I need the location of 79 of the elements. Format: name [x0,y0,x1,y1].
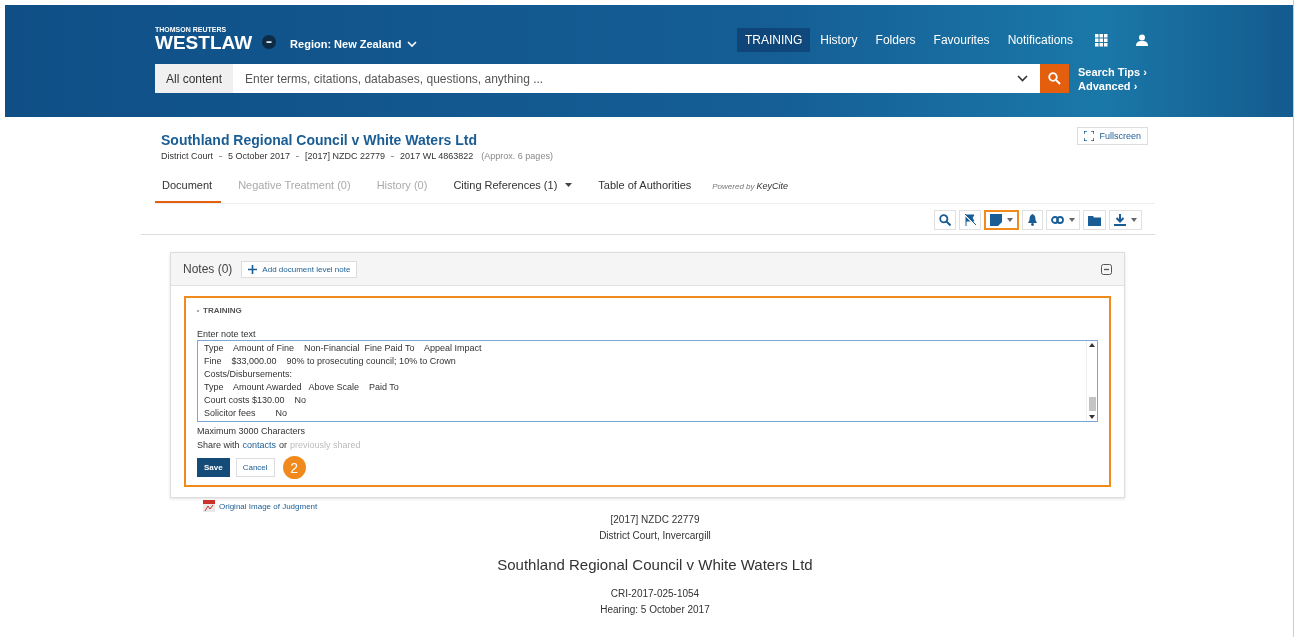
folder-icon [1088,214,1101,226]
powered-by-label: Powered by [712,181,755,191]
bell-tool-button[interactable] [1022,210,1043,230]
notes-title: Notes (0) [183,262,233,276]
link-tool-button[interactable] [1046,210,1080,230]
user-icon[interactable] [1136,34,1148,46]
hearing-date: Hearing: 5 October 2017 [600,603,710,617]
dropdown-icon[interactable] [262,35,277,49]
document-meta: 2017 WL 4863822 [400,151,474,161]
note-folder-label: TRAINING [203,306,242,315]
caret-icon [1007,218,1013,222]
document-meta: [2017] NZDC 22779 [305,151,386,161]
note-text-line: Costs/Disbursements: [204,368,294,381]
case-number: CRI-2017-025-1054 [610,587,700,601]
nav-link[interactable]: History [812,28,866,52]
content-scope-selector[interactable]: All content [155,64,234,93]
scrollbar-thumb[interactable] [1088,397,1096,411]
document-tab[interactable]: Table of Authorities [591,169,701,203]
document-meta: 5 October 2017 [228,151,291,161]
note-icon [990,214,1002,226]
nav-link[interactable]: Notifications [999,28,1081,52]
citation-text: [2017] NZDC 22779 [610,513,700,527]
chevron-down-icon [407,40,418,48]
link-icon [1051,216,1064,224]
document-title: Southland Regional Council v White Waters Ltd [161,132,479,148]
note-tool-button[interactable] [984,210,1019,230]
download-tool-button[interactable] [1109,210,1142,230]
note-text-line: Fine $33,000.00 90% to prosecuting council; 10% to Crown [204,355,457,368]
nav-link[interactable]: Favourites [925,28,998,52]
share-label: or [279,440,288,450]
contacts-link[interactable]: contacts [242,440,277,450]
add-note-button[interactable]: Add document level note [241,260,358,278]
document-tab[interactable]: Citing References (1) [446,169,582,203]
collapse-icon[interactable] [1101,263,1112,275]
document-tab[interactable]: Document [155,169,222,203]
chevron-down-icon[interactable] [1017,75,1028,82]
search-field[interactable]: All content Enter terms, citations, databases, questions, anything ... [155,64,1069,93]
step-badge: 2 [282,456,306,479]
note-text-line: Solicitor fees No [204,407,289,420]
pdf-icon [203,500,215,512]
nav-link[interactable]: TRAINING [736,28,811,52]
cancel-button[interactable]: Cancel [235,458,275,477]
note-text-field[interactable] [197,340,1098,422]
search-icon [939,214,951,226]
caret-icon [1131,218,1137,222]
original-image-link[interactable]: Original Image of Judgment [219,501,318,511]
field-label: Enter note text [197,329,256,339]
caret-up-icon [1089,343,1095,347]
note-text-line: Court costs $130.00 No [204,394,308,407]
fullscreen-icon [1084,131,1095,141]
note-text-line: Type Amount Awarded Above Scale Paid To [204,381,400,394]
share-label: Share with [197,440,240,450]
court-text: District Court, Invercargill [599,529,711,543]
nav-link[interactable]: Folders [867,28,924,52]
brand-logo[interactable]: WESTLAW [155,33,253,53]
note-text-line: Type Amount of Fine Non-Financial Fine Paid To Appeal Impact [204,342,483,355]
keycite-logo: KeyCite [756,181,789,191]
plus-icon [248,264,258,274]
caret-down-icon [1089,415,1095,419]
region-selector[interactable]: Region: New Zealand [290,38,418,50]
scrollbar[interactable] [1086,341,1097,421]
page-count: (Approx. 6 pages) [481,151,553,161]
download-icon [1114,214,1126,226]
bell-icon [1027,214,1038,226]
save-button[interactable]: Save [197,458,230,477]
character-limit: Maximum 3000 Characters [197,426,306,436]
search-icon [1048,72,1061,85]
caret-icon [1069,218,1075,222]
folder-tool-button[interactable] [1083,210,1106,230]
fullscreen-button[interactable]: Fullscreen [1077,127,1148,145]
document-meta: District Court [161,151,213,161]
header-link[interactable]: Search Tips › [1078,65,1147,78]
flag-tool-button[interactable] [959,210,981,230]
header-link[interactable]: Advanced › [1078,79,1147,92]
crossed-flag-icon [964,214,976,226]
search-tool-button[interactable] [934,210,956,230]
case-title: Southland Regional Council v White Waters Ltd [497,556,813,573]
search-button[interactable] [1040,64,1069,93]
apps-grid-icon[interactable] [1095,33,1108,47]
